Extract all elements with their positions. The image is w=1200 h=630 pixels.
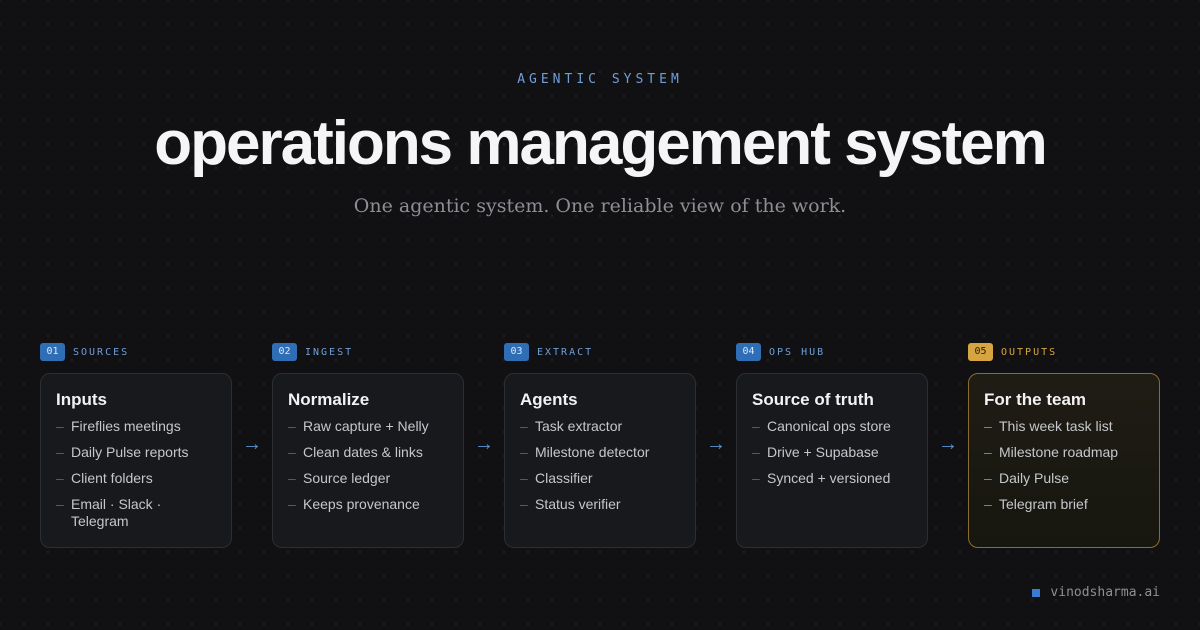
list-item: Classifier <box>520 470 680 487</box>
stage-name: INGEST <box>305 346 354 358</box>
page-subtitle: One agentic system. One reliable view of… <box>353 195 847 217</box>
list-item: Drive + Supabase <box>752 444 912 461</box>
stage-number-badge: 02 <box>272 343 297 361</box>
stage-number-badge: 01 <box>40 343 65 361</box>
list-item: This week task list <box>984 418 1144 435</box>
list-item: Keeps provenance <box>288 496 448 513</box>
card-title: Agents <box>520 390 578 409</box>
stage-label-ingest: 02 INGEST <box>272 343 353 361</box>
stage-label-ops-hub: 04 OPS HUB <box>736 343 825 361</box>
footer-brand: vinodsharma.ai <box>1032 585 1160 600</box>
card-item-list: Raw capture + Nelly Clean dates & links … <box>288 418 448 513</box>
stage-number-badge: 04 <box>736 343 761 361</box>
list-item: Milestone roadmap <box>984 444 1144 461</box>
flow-arrow-icon: → <box>474 433 494 455</box>
stage-card-outputs: For the team This week task list Milesto… <box>968 373 1160 548</box>
list-item: Daily Pulse reports <box>56 444 216 461</box>
card-item-list: This week task list Milestone roadmap Da… <box>984 418 1144 513</box>
page-title: operations management system <box>154 109 1048 178</box>
list-item: Fireflies meetings <box>56 418 216 435</box>
list-item: Clean dates & links <box>288 444 448 461</box>
stage-card-ops-hub: Source of truth Canonical ops store Driv… <box>736 373 928 548</box>
card-item-list: Fireflies meetings Daily Pulse reports C… <box>56 418 216 530</box>
card-title: Source of truth <box>752 390 874 409</box>
card-title: For the team <box>984 390 1087 409</box>
stage-label-sources: 01 SOURCES <box>40 343 129 361</box>
square-logo-icon <box>1032 588 1041 597</box>
list-item: Source ledger <box>288 470 448 487</box>
stage-label-extract: 03 EXTRACT <box>504 343 593 361</box>
stage-card-ingest: Normalize Raw capture + Nelly Clean date… <box>272 373 464 548</box>
stage-card-extract: Agents Task extractor Milestone detector… <box>504 373 696 548</box>
flow-arrow-icon: → <box>938 433 958 455</box>
stage-name: OUTPUTS <box>1001 346 1058 358</box>
list-item: Raw capture + Nelly <box>288 418 448 435</box>
list-item: Canonical ops store <box>752 418 912 435</box>
list-item: Status verifier <box>520 496 680 513</box>
list-item: Client folders <box>56 470 216 487</box>
card-item-list: Task extractor Milestone detector Classi… <box>520 418 680 513</box>
list-item: Synced + versioned <box>752 470 912 487</box>
stage-number-badge: 05 <box>968 343 993 361</box>
stage-name: OPS HUB <box>769 346 826 358</box>
card-title: Normalize <box>288 390 370 409</box>
stage-number-badge: 03 <box>504 343 529 361</box>
eyebrow-label: AGENTIC SYSTEM <box>517 72 683 87</box>
flow-arrow-icon: → <box>242 433 262 455</box>
stage-card-sources: Inputs Fireflies meetings Daily Pulse re… <box>40 373 232 548</box>
stage-name: EXTRACT <box>537 346 594 358</box>
list-item: Milestone detector <box>520 444 680 461</box>
list-item: Telegram brief <box>984 496 1144 513</box>
stage-name: SOURCES <box>73 346 130 358</box>
stage-label-outputs: 05 OUTPUTS <box>968 343 1057 361</box>
card-title: Inputs <box>56 390 107 409</box>
list-item: Daily Pulse <box>984 470 1144 487</box>
flow-arrow-icon: → <box>706 433 726 455</box>
list-item: Task extractor <box>520 418 680 435</box>
footer-site-label: vinodsharma.ai <box>1050 585 1160 600</box>
card-item-list: Canonical ops store Drive + Supabase Syn… <box>752 418 912 487</box>
list-item: Email · Slack · Telegram <box>56 496 216 530</box>
